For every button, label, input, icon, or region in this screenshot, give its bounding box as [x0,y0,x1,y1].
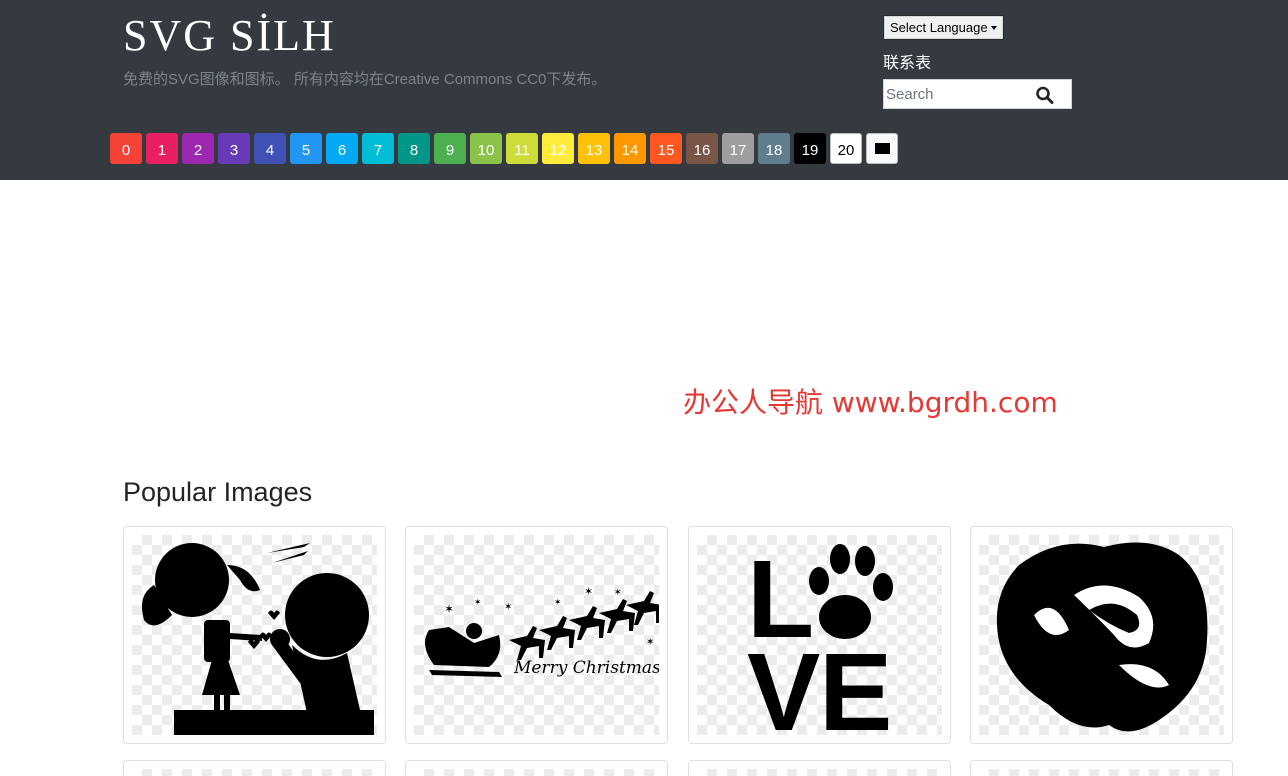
color-filter-15[interactable]: 15 [650,133,682,164]
language-select[interactable]: Select Language [883,15,1004,40]
image-card-christmas[interactable]: ✶ ✶ ✶ ✶ ✶ ✶ ✶ Merry Christmas [405,526,668,744]
color-filter-20[interactable]: 20 [830,133,862,164]
image-card-row2-4[interactable] [970,760,1233,776]
image-thumbnail [132,769,377,776]
site-header: SVG SİLH 免费的SVG图像和图标。 所有内容均在Creative Com… [0,0,1288,180]
black-square-icon [874,143,890,154]
color-filter-10[interactable]: 10 [470,133,502,164]
image-card-row2-2[interactable] [405,760,668,776]
site-logo[interactable]: SVG SİLH [123,14,336,58]
search-input[interactable] [886,82,1036,106]
image-card-couple[interactable] [123,526,386,744]
couple-flowers-icon [132,535,377,735]
section-title: Popular Images [123,477,313,507]
svg-text:✶: ✶ [474,598,482,608]
color-filter-9[interactable]: 9 [434,133,466,164]
image-thumbnail [979,769,1224,776]
svg-text:✶: ✶ [444,602,454,616]
svg-text:✶: ✶ [646,637,654,648]
svg-text:✶: ✶ [614,588,622,598]
santa-sleigh-icon: ✶ ✶ ✶ ✶ ✶ ✶ ✶ Merry Christmas [414,535,659,735]
svg-text:✶: ✶ [584,585,593,598]
color-filter-bw-toggle[interactable] [866,133,898,164]
image-card-love-paw[interactable]: L V E [688,526,951,744]
christmas-caption: Merry Christmas [513,658,659,678]
color-filter-8[interactable]: 8 [398,133,430,164]
site-tagline: 免费的SVG图像和图标。 所有内容均在Creative Commons CC0下… [123,71,607,88]
color-filter-6[interactable]: 6 [326,133,358,164]
color-filter-4[interactable]: 4 [254,133,286,164]
image-card-rose[interactable] [970,526,1233,744]
color-filter-1[interactable]: 1 [146,133,178,164]
love-paw-icon: L V E [697,535,942,735]
image-card-row2-3[interactable] [688,760,951,776]
language-select-label: Select Language [890,20,988,35]
color-filter-5[interactable]: 5 [290,133,322,164]
color-filter-12[interactable]: 12 [542,133,574,164]
color-filter-0[interactable]: 0 [110,133,142,164]
color-filter-11[interactable]: 11 [506,133,538,164]
image-thumbnail [414,769,659,776]
rose-icon [979,535,1224,735]
color-filter-16[interactable]: 16 [686,133,718,164]
search-form [883,79,1072,109]
color-filter-14[interactable]: 14 [614,133,646,164]
color-filter-2[interactable]: 2 [182,133,214,164]
image-thumbnail [697,769,942,776]
color-filter-13[interactable]: 13 [578,133,610,164]
contact-link[interactable]: 联系表 [883,49,931,73]
ad-banner[interactable]: 办公人导航 www.bgrdh.com [683,381,1058,421]
caret-down-icon [991,26,997,30]
color-filter-19[interactable]: 19 [794,133,826,164]
svg-text:✶: ✶ [554,598,562,608]
color-filter-3[interactable]: 3 [218,133,250,164]
color-filter-7[interactable]: 7 [362,133,394,164]
love-letter-e: E [819,631,892,735]
color-filter-17[interactable]: 17 [722,133,754,164]
svg-text:✶: ✶ [504,602,512,613]
love-letter-v: V [747,631,820,735]
image-card-row2-1[interactable] [123,760,386,776]
color-filter-18[interactable]: 18 [758,133,790,164]
search-icon[interactable] [1035,86,1055,104]
